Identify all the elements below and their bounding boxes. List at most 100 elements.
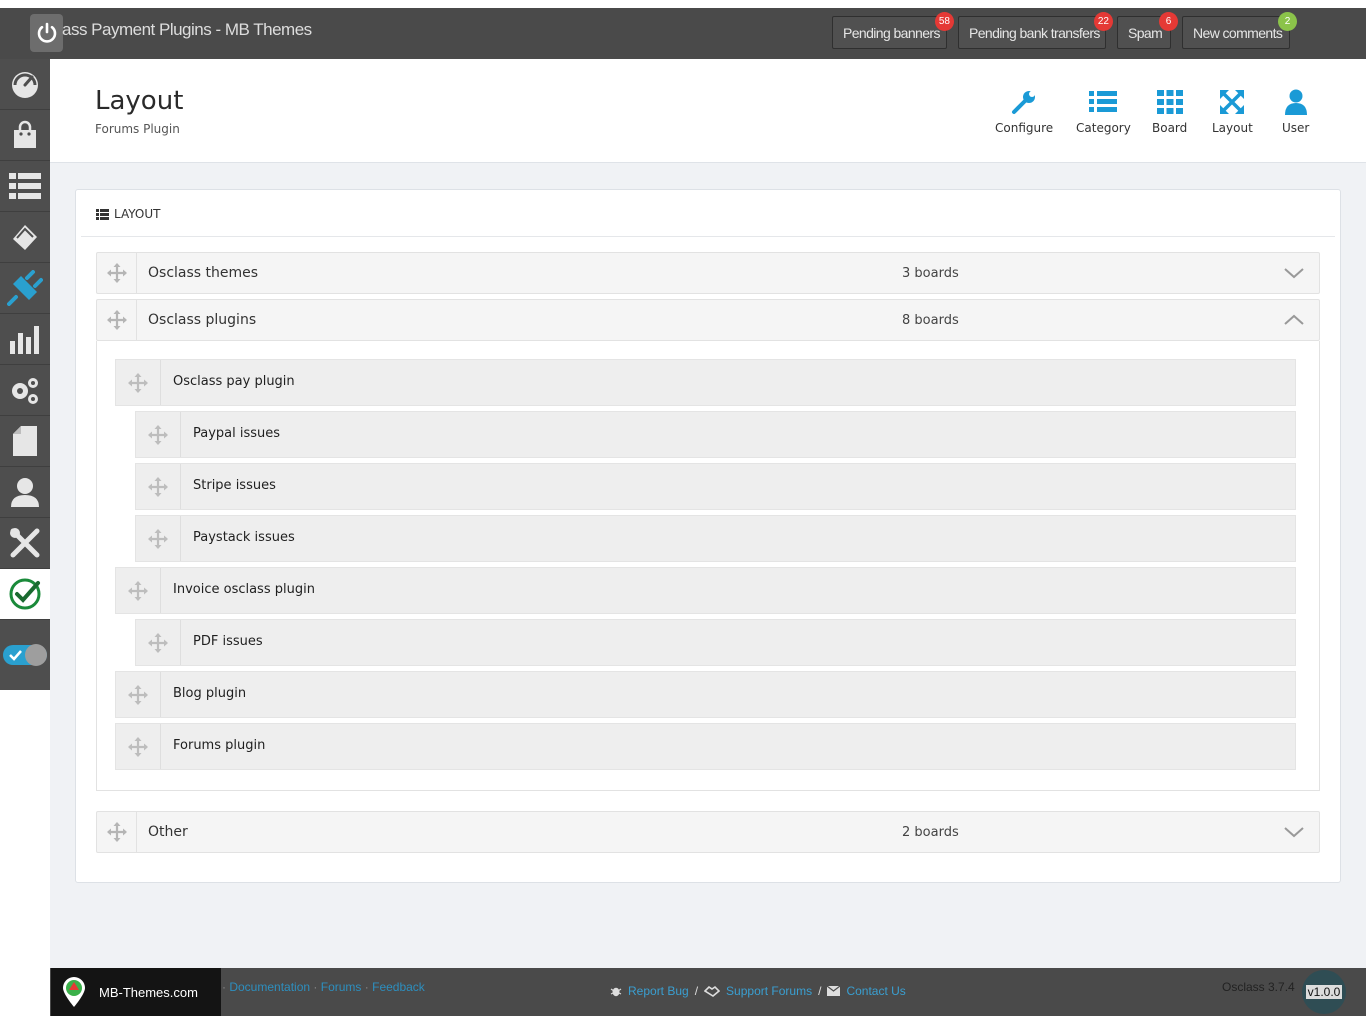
- board-name: PDF issues: [193, 634, 263, 649]
- drag-handle[interactable]: [97, 253, 137, 293]
- move-icon: [128, 736, 148, 757]
- notification-badge: 58: [934, 12, 954, 31]
- nav-user[interactable]: User: [1282, 89, 1309, 135]
- layout-card: LAYOUT Osclass themes 3 boards Osclass p…: [75, 189, 1341, 883]
- category-row[interactable]: Osclass plugins 8 boards: [96, 299, 1320, 341]
- footer: MB-Themes.com · Documentation · Forums ·…: [50, 968, 1366, 1016]
- sidebar-item-tools[interactable]: [0, 518, 50, 569]
- category-name: Other: [148, 824, 188, 840]
- move-icon: [148, 528, 168, 549]
- board-row[interactable]: Forums plugin: [115, 723, 1296, 770]
- gears-icon: [12, 378, 38, 404]
- report-bug-link[interactable]: Report Bug: [628, 984, 689, 998]
- drag-handle[interactable]: [116, 724, 161, 769]
- board-name: Paypal issues: [193, 426, 281, 441]
- card-heading: LAYOUT: [96, 207, 160, 221]
- drag-handle[interactable]: [136, 620, 181, 665]
- footer-link-documentation[interactable]: Documentation: [229, 980, 310, 994]
- support-forums-link[interactable]: Support Forums: [726, 984, 812, 998]
- card-divider: [81, 236, 1335, 237]
- theme-toggle[interactable]: [0, 620, 50, 690]
- sidebar-item-market[interactable]: [0, 110, 50, 161]
- drag-handle[interactable]: [97, 812, 137, 852]
- footer-link-forums[interactable]: Forums: [321, 980, 362, 994]
- map-pin-logo-icon: [63, 977, 85, 1007]
- sidebar-item-updates[interactable]: [0, 569, 50, 620]
- drag-handle[interactable]: [136, 516, 181, 561]
- site-title: ass Payment Plugins - MB Themes: [62, 20, 312, 39]
- nav-configure[interactable]: Configure: [995, 89, 1053, 135]
- drag-handle[interactable]: [97, 300, 137, 340]
- board-row[interactable]: PDF issues: [135, 619, 1296, 666]
- top-bar: ass Payment Plugins - MB Themes Pending …: [0, 8, 1366, 59]
- drag-handle[interactable]: [116, 568, 161, 613]
- sidebar-item-users[interactable]: [0, 467, 50, 518]
- footer-links: · Documentation · Forums · Feedback: [222, 980, 425, 994]
- board-name: Blog plugin: [173, 686, 247, 701]
- sidebar-item-settings[interactable]: [0, 365, 50, 416]
- move-icon: [106, 822, 127, 842]
- drag-handle[interactable]: [136, 464, 181, 509]
- toggle-switch-icon: [3, 644, 47, 666]
- pending-banners-button[interactable]: Pending banners 58: [832, 12, 954, 49]
- notification-badge: 6: [1159, 12, 1178, 31]
- spam-button[interactable]: Spam 6: [1117, 12, 1178, 49]
- osclass-version: Osclass 3.7.4: [1222, 980, 1295, 994]
- board-name: Osclass pay plugin: [173, 374, 295, 389]
- board-row[interactable]: Stripe issues: [135, 463, 1296, 510]
- category-row[interactable]: Osclass themes 3 boards: [96, 252, 1320, 294]
- page-subtitle: Forums Plugin: [95, 122, 180, 136]
- category-board-count: 3 boards: [902, 266, 959, 281]
- footer-support-links: Report Bug / Support Forums / Contact Us: [610, 984, 906, 998]
- drag-handle[interactable]: [116, 360, 161, 405]
- board-row[interactable]: Invoice osclass plugin: [115, 567, 1296, 614]
- chevron-up-icon[interactable]: [1283, 312, 1305, 328]
- nav-category[interactable]: Category: [1076, 89, 1131, 135]
- paint-bucket-icon: [13, 225, 37, 250]
- chevron-down-icon[interactable]: [1283, 824, 1305, 840]
- board-row[interactable]: Paystack issues: [135, 515, 1296, 562]
- footer-link-feedback[interactable]: Feedback: [372, 980, 425, 994]
- theme-version-text: v1.0.0: [1305, 985, 1343, 999]
- nav-board[interactable]: Board: [1152, 89, 1187, 135]
- board-row[interactable]: Paypal issues: [135, 411, 1296, 458]
- nav-label: User: [1282, 121, 1310, 135]
- notification-label: Spam: [1128, 24, 1163, 41]
- left-sidebar: [0, 59, 50, 690]
- notification-badge: 22: [1093, 12, 1113, 31]
- notification-label: Pending banners: [843, 24, 940, 41]
- shop-bag-icon: [14, 120, 36, 148]
- board-row[interactable]: Blog plugin: [115, 671, 1296, 718]
- nav-label: Board: [1152, 121, 1188, 135]
- bug-icon: [610, 987, 622, 997]
- pending-bank-transfers-button[interactable]: Pending bank transfers 22: [958, 12, 1113, 49]
- wrench-icon: [1012, 91, 1036, 114]
- category-row[interactable]: Other 2 boards: [96, 811, 1320, 853]
- move-icon: [106, 263, 127, 283]
- theme-version-badge: v1.0.0: [1302, 970, 1346, 1014]
- user-icon: [11, 478, 39, 507]
- notification-label: Pending bank transfers: [969, 24, 1100, 41]
- sidebar-item-dashboard[interactable]: [0, 59, 50, 110]
- card-heading-text: LAYOUT: [114, 207, 161, 221]
- contact-us-link[interactable]: Contact Us: [846, 984, 905, 998]
- move-icon: [128, 684, 148, 705]
- move-icon: [128, 580, 148, 601]
- move-icon: [148, 424, 168, 445]
- sidebar-item-statistics[interactable]: [0, 314, 50, 365]
- footer-brand[interactable]: MB-Themes.com: [51, 968, 221, 1016]
- sidebar-item-pages[interactable]: [0, 416, 50, 467]
- sidebar-item-listings[interactable]: [0, 161, 50, 212]
- board-row[interactable]: Osclass pay plugin: [115, 359, 1296, 406]
- chevron-down-icon[interactable]: [1283, 265, 1305, 281]
- user-icon: [1284, 89, 1307, 115]
- sidebar-item-plugins[interactable]: [0, 263, 50, 314]
- plugin-icon: [7, 270, 43, 306]
- category-name: Osclass themes: [148, 265, 259, 281]
- nav-layout[interactable]: Layout: [1212, 89, 1253, 135]
- drag-handle[interactable]: [136, 412, 181, 457]
- power-button[interactable]: [30, 14, 63, 52]
- sidebar-item-appearance[interactable]: [0, 212, 50, 263]
- drag-handle[interactable]: [116, 672, 161, 717]
- new-comments-button[interactable]: New comments 2: [1182, 12, 1297, 49]
